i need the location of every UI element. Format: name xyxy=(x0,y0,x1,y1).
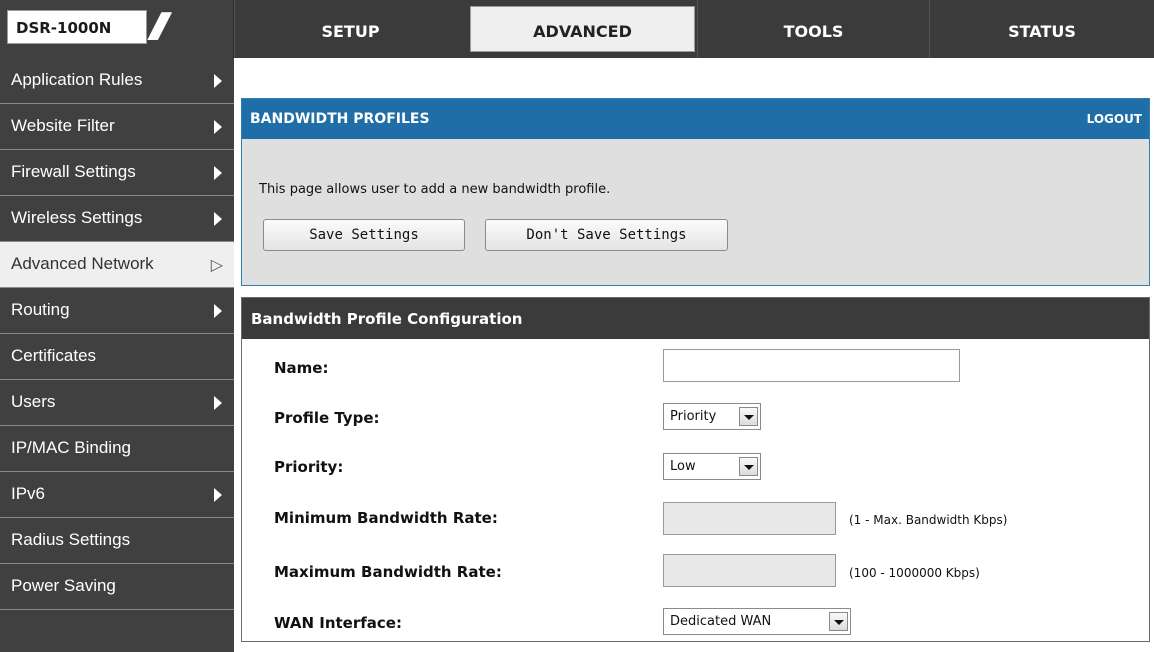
chevron-right-icon xyxy=(214,304,222,318)
minimum-bandwidth-rate-field[interactable] xyxy=(663,502,836,535)
chevron-down-icon[interactable] xyxy=(829,612,848,631)
sidebar-item-label: Wireless Settings xyxy=(11,208,143,227)
sidebar-item-label: IPv6 xyxy=(11,484,46,503)
sidebar-item-wireless-settings[interactable]: Wireless Settings xyxy=(0,196,234,242)
brand-slash-logo: /// xyxy=(150,6,170,46)
sidebar-item-routing[interactable]: Routing xyxy=(0,288,234,334)
brand-model: DSR-1000N xyxy=(7,10,147,44)
minimum-bandwidth-rate-label: Minimum Bandwidth Rate: xyxy=(274,509,498,527)
priority-value: Low xyxy=(670,459,696,474)
sidebar-item-label: Application Rules xyxy=(11,70,143,89)
tab-tools[interactable]: TOOLS xyxy=(697,0,929,58)
sidebar-item-ip-mac-binding[interactable]: IP/MAC Binding xyxy=(0,426,234,472)
chevron-right-outline-icon: ▷ xyxy=(210,257,223,274)
sidebar-item-label: Routing xyxy=(11,300,70,319)
sidebar-item-radius-settings[interactable]: Radius Settings xyxy=(0,518,234,564)
chevron-down-icon[interactable] xyxy=(739,457,758,476)
bandwidth-profiles-panel: BANDWIDTH PROFILES LOGOUT This page allo… xyxy=(241,98,1150,286)
sidebar: Application Rules Website Filter Firewal… xyxy=(0,58,234,652)
panel-header: BANDWIDTH PROFILES LOGOUT xyxy=(242,99,1149,139)
sidebar-item-application-rules[interactable]: Application Rules xyxy=(0,58,234,104)
name-label: Name: xyxy=(274,359,329,377)
page-title: BANDWIDTH PROFILES xyxy=(250,111,430,127)
sidebar-item-label: Advanced Network xyxy=(11,254,154,273)
wan-interface-label: WAN Interface: xyxy=(274,614,402,632)
maximum-bandwidth-rate-hint: (100 - 1000000 Kbps) xyxy=(849,566,980,580)
sidebar-item-ipv6[interactable]: IPv6 xyxy=(0,472,234,518)
chevron-right-icon xyxy=(214,74,222,88)
sidebar-item-label: Users xyxy=(11,392,56,411)
chevron-right-icon xyxy=(214,120,222,134)
wan-interface-select[interactable]: Dedicated WAN xyxy=(663,608,851,635)
maximum-bandwidth-rate-field[interactable] xyxy=(663,554,836,587)
sidebar-item-label: IP/MAC Binding xyxy=(11,438,131,457)
sidebar-item-users[interactable]: Users xyxy=(0,380,234,426)
profile-type-select[interactable]: Priority xyxy=(663,403,761,430)
name-field[interactable] xyxy=(663,349,960,382)
sidebar-item-label: Power Saving xyxy=(11,576,116,595)
sidebar-item-firewall-settings[interactable]: Firewall Settings xyxy=(0,150,234,196)
priority-label: Priority: xyxy=(274,458,344,476)
profile-type-value: Priority xyxy=(670,409,717,424)
wan-interface-value: Dedicated WAN xyxy=(670,614,772,629)
chevron-right-icon xyxy=(214,488,222,502)
dont-save-settings-button[interactable]: Don't Save Settings xyxy=(485,219,728,251)
section-title: Bandwidth Profile Configuration xyxy=(242,298,1149,339)
chevron-right-icon xyxy=(214,166,222,180)
sidebar-item-label: Firewall Settings xyxy=(11,162,136,181)
sidebar-item-power-saving[interactable]: Power Saving xyxy=(0,564,234,610)
sidebar-item-website-filter[interactable]: Website Filter xyxy=(0,104,234,150)
save-settings-button[interactable]: Save Settings xyxy=(263,219,465,251)
priority-select[interactable]: Low xyxy=(663,453,761,480)
brand-area: DSR-1000N /// xyxy=(0,0,234,58)
maximum-bandwidth-rate-label: Maximum Bandwidth Rate: xyxy=(274,563,502,581)
minimum-bandwidth-rate-hint: (1 - Max. Bandwidth Kbps) xyxy=(849,513,1008,527)
sidebar-item-label: Certificates xyxy=(11,346,97,365)
tab-status[interactable]: STATUS xyxy=(929,0,1154,58)
sidebar-item-label: Website Filter xyxy=(11,116,115,135)
profile-type-label: Profile Type: xyxy=(274,409,380,427)
bandwidth-profile-configuration-panel: Bandwidth Profile Configuration Name: Pr… xyxy=(241,297,1150,642)
tab-setup[interactable]: SETUP xyxy=(234,0,466,58)
chevron-right-icon xyxy=(214,396,222,410)
chevron-right-icon xyxy=(214,212,222,226)
chevron-down-icon[interactable] xyxy=(739,407,758,426)
page-description: This page allows user to add a new bandw… xyxy=(259,182,611,197)
top-navigation: DSR-1000N /// SETUP ADVANCED TOOLS STATU… xyxy=(0,0,1154,58)
logout-link[interactable]: LOGOUT xyxy=(1087,112,1142,126)
main-content: BANDWIDTH PROFILES LOGOUT This page allo… xyxy=(241,98,1150,286)
sidebar-item-label: Radius Settings xyxy=(11,530,131,549)
sidebar-item-certificates[interactable]: Certificates xyxy=(0,334,234,380)
sidebar-item-advanced-network[interactable]: Advanced Network ▷ xyxy=(0,242,234,288)
tab-advanced[interactable]: ADVANCED xyxy=(470,6,695,52)
